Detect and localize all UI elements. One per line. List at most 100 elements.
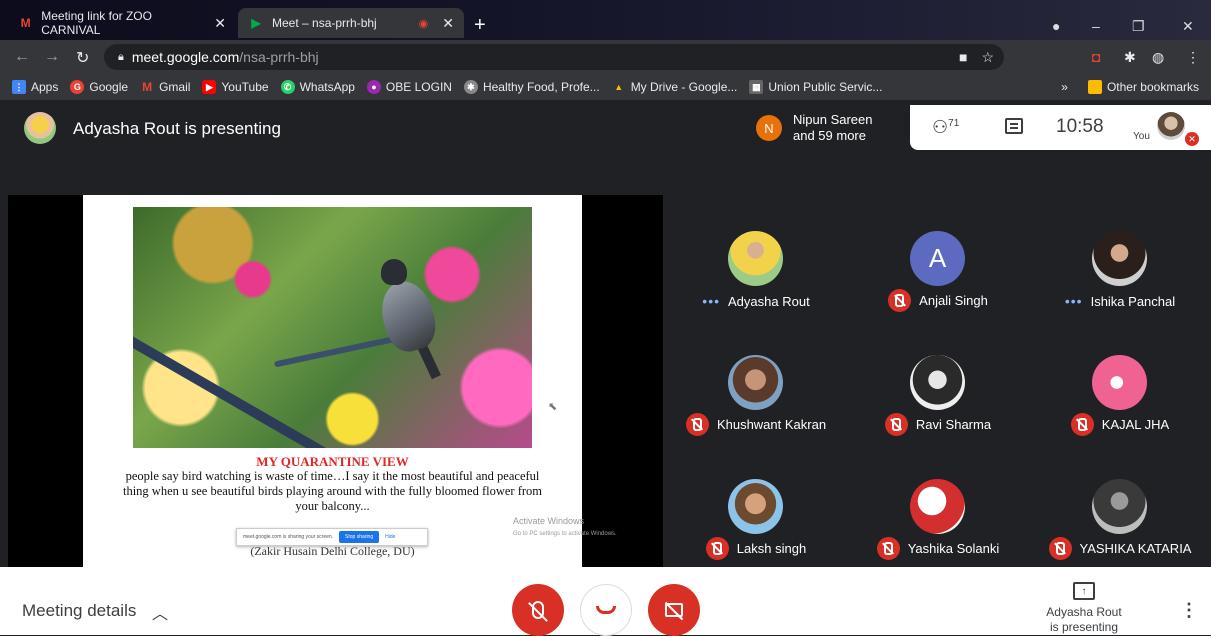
menu-icon[interactable]: ⋮ (1186, 49, 1200, 66)
mic-toggle-button[interactable] (512, 584, 564, 636)
google-icon: G (70, 80, 85, 94)
other-bookmarks[interactable]: Other bookmarks (1087, 80, 1199, 94)
participant-grid: ••• Adyasha Rout A Anjali Singh ••• Ishika… (665, 195, 1211, 567)
bookmark-my-drive[interactable]: ▲ My Drive - Google... (612, 80, 737, 94)
leave-call-button[interactable] (580, 584, 632, 636)
window-close-icon[interactable]: ✕ (1182, 18, 1194, 35)
obe-icon: ● (366, 80, 381, 94)
participants-preview[interactable]: N Nipun Sareen and 59 more (748, 105, 910, 151)
avatar (728, 231, 783, 286)
camera-toggle-button[interactable] (648, 584, 700, 636)
bottom-control-bar: Meeting details ︿ ↑ Adyasha Rout is pres… (0, 567, 1211, 636)
restore-icon[interactable]: ❐ (1132, 18, 1145, 35)
camera-icon[interactable]: ■ (959, 49, 967, 65)
mic-off-icon (685, 413, 709, 436)
meet-header: Adyasha Rout is presenting N Nipun Saree… (0, 100, 1211, 195)
tab-meet[interactable]: ▶ Meet – nsa-prrh-bhj ◉ ✕ (238, 8, 464, 38)
puzzle-icon[interactable]: ✱ (1124, 49, 1136, 66)
avatar (1092, 479, 1147, 534)
mic-off-icon (876, 537, 900, 560)
participant-tile[interactable]: Laksh singh (665, 443, 847, 567)
present-now-icon[interactable]: ↑ (1073, 582, 1095, 600)
mic-off-icon (705, 537, 729, 560)
avatar: N (756, 115, 782, 141)
youtube-icon: ▶ (202, 80, 217, 94)
profile-menu-icon[interactable]: ● (1052, 18, 1060, 34)
bookmarks-overflow[interactable]: » (1061, 80, 1068, 94)
folder-icon (1087, 80, 1102, 94)
bookmark-healthy-food[interactable]: ✱ Healthy Food, Profe... (463, 80, 600, 94)
reload-icon[interactable]: ↻ (76, 48, 89, 68)
people-button[interactable]: ⚇71 (932, 117, 959, 138)
minimize-icon[interactable]: – (1092, 18, 1100, 34)
mic-off-icon (1070, 413, 1094, 436)
back-icon[interactable]: ← (14, 48, 30, 66)
slide-footer: (Zakir Husain Delhi College, DU) (250, 544, 415, 558)
participant-tile[interactable]: Ravi Sharma (847, 319, 1029, 443)
camera-off-icon (665, 603, 683, 617)
address-bar[interactable]: 🔒︎ meet.google.com/nsa-prrh-bhj ■ ☆ (104, 44, 1004, 70)
participant-name: Khushwant Kakran (716, 417, 827, 432)
more-options-icon[interactable]: ⋮ (1180, 600, 1198, 621)
slide-body: people say bird watching is waste of tim… (122, 469, 542, 513)
participant-tile[interactable]: ••• Ishika Panchal (1029, 195, 1211, 319)
hang-up-icon (596, 606, 616, 614)
participant-name: Ishika Panchal (1090, 293, 1176, 309)
participant-tile[interactable]: A Anjali Singh (847, 195, 1029, 319)
bookmark-gmail[interactable]: M Gmail (140, 80, 190, 94)
avatar (910, 355, 965, 410)
chat-icon[interactable] (1005, 118, 1023, 134)
lock-icon: 🔒︎ (118, 50, 124, 63)
star-icon[interactable]: ☆ (981, 49, 994, 66)
whatsapp-icon: ✆ (280, 80, 295, 94)
extension-icon[interactable]: ◘ (1092, 49, 1100, 65)
participant-tile[interactable]: ••• Adyasha Rout (665, 195, 847, 319)
avatar (1092, 355, 1147, 410)
participant-tile[interactable]: Khushwant Kakran (665, 319, 847, 443)
chevron-up-icon[interactable]: ︿ (152, 600, 168, 624)
browser-toolbar: ← → ↻ 🔒︎ meet.google.com/nsa-prrh-bhj ■ … (0, 40, 1211, 74)
gmail-icon: M (142, 80, 153, 94)
presentation-stage: MY QUARANTINE VIEW people say bird watch… (8, 195, 663, 567)
stop-sharing-button[interactable]: Stop sharing (339, 531, 380, 543)
bird-photo (133, 207, 532, 448)
meeting-details-button[interactable]: Meeting details (22, 601, 136, 621)
avatar (728, 479, 783, 534)
participant-name: YASHIKA KATARIA (1079, 541, 1192, 556)
bird-illustration (373, 259, 443, 380)
present-status[interactable]: Adyasha Rout is presenting (1034, 605, 1134, 635)
bookmark-apps[interactable]: ⋮ Apps (12, 80, 58, 94)
participant-tile[interactable]: YASHIKA KATARIA (1029, 443, 1211, 567)
globe-icon: ✱ (463, 80, 478, 94)
hide-button[interactable]: Hide (385, 534, 395, 540)
new-tab-icon[interactable]: + (474, 14, 486, 37)
forward-icon[interactable]: → (44, 48, 60, 66)
bookmark-whatsapp[interactable]: ✆ WhatsApp (280, 80, 355, 94)
you-label: You (1133, 131, 1150, 142)
bookmarks-bar: ⋮ Apps G Google M Gmail ▶ YouTube ✆ WhatsApp … (0, 74, 1211, 100)
mic-off-icon: ✕ (1185, 132, 1199, 146)
tab-gmail[interactable]: M Meeting link for ZOO CARNIVAL ✕ (8, 8, 236, 38)
participant-tile[interactable]: KAJAL JHA (1029, 319, 1211, 443)
bookmark-youtube[interactable]: ▶ YouTube (202, 80, 269, 94)
avatar (1092, 231, 1147, 286)
mic-off-icon (888, 289, 912, 312)
shared-slide: MY QUARANTINE VIEW people say bird watch… (83, 195, 582, 567)
avatar[interactable] (1157, 112, 1185, 140)
avatar (24, 112, 56, 144)
mouse-cursor-icon: ⬉ (548, 401, 558, 413)
avatar[interactable]: ◍ (1152, 49, 1164, 66)
bookmark-upsc[interactable]: ▦ Union Public Servic... (749, 80, 882, 94)
close-icon[interactable]: ✕ (442, 15, 454, 32)
close-icon[interactable]: ✕ (214, 15, 226, 32)
speaking-indicator-icon: ••• (1064, 293, 1083, 309)
avatar (728, 355, 783, 410)
meet-icon: ▶ (251, 16, 261, 30)
recording-icon: ◉ (418, 17, 429, 30)
drive-icon: ▲ (614, 82, 624, 92)
bookmark-obe-login[interactable]: ● OBE LOGIN (366, 80, 452, 94)
avatar (910, 479, 965, 534)
participant-tile[interactable]: Yashika Solanki (847, 443, 1029, 567)
bookmark-google[interactable]: G Google (70, 80, 128, 94)
participant-name: Laksh singh (736, 541, 807, 556)
